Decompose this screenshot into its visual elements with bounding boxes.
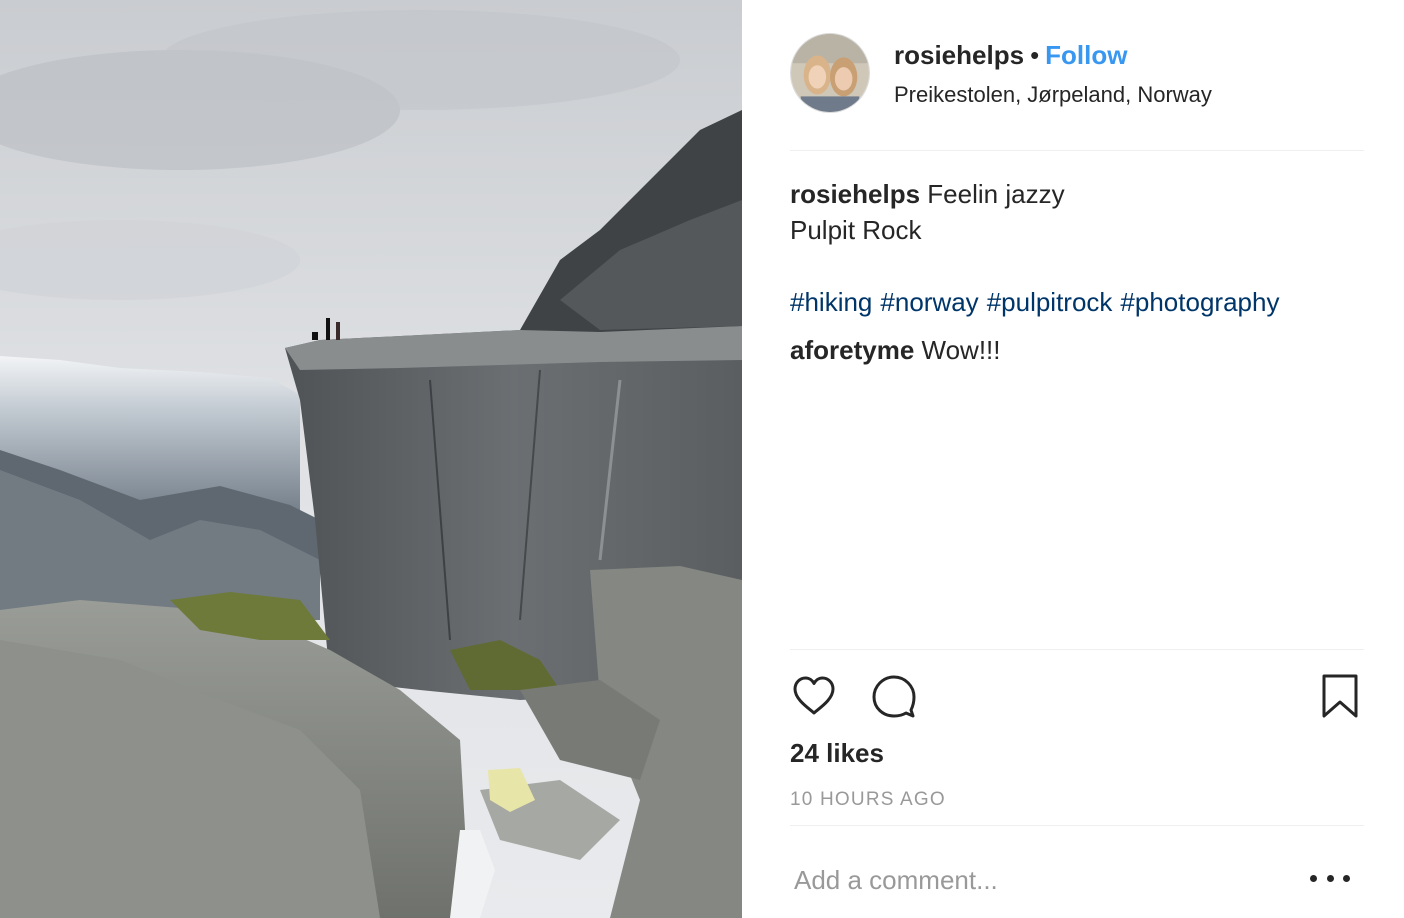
post-timestamp[interactable]: 10 HOURS AGO	[790, 788, 946, 812]
more-dot	[1310, 874, 1317, 882]
comment-text: Wow!!!	[921, 335, 1001, 365]
more-dot	[1326, 874, 1334, 882]
comment-item: aforetyme Wow!!!	[790, 332, 1364, 368]
heart-icon[interactable]	[790, 672, 838, 720]
more-dot	[1343, 874, 1350, 882]
caption-text-line1: Feelin jazzy	[927, 179, 1065, 209]
hashtag-link[interactable]: #photography	[1120, 287, 1279, 317]
hashtag-link[interactable]: #norway	[880, 287, 978, 317]
avatar-photo	[791, 34, 869, 112]
pulpit-rock-photo	[0, 0, 742, 918]
post-details-panel: rosiehelps • Follow Preikestolen, Jørpelan…	[742, 0, 1404, 918]
comment-bubble-icon[interactable]	[870, 672, 918, 720]
header-user-line: rosiehelps • Follow	[894, 39, 1128, 71]
caption-hashtags: #hiking #norway #pulpitrock #photography	[790, 284, 1364, 320]
post-actions: 24 likes 10 HOURS AGO	[790, 649, 1364, 825]
separator-dot: •	[1030, 40, 1040, 70]
bookmark-icon[interactable]	[1316, 672, 1364, 720]
avatar[interactable]	[790, 33, 870, 113]
more-options-icon[interactable]	[1310, 868, 1350, 888]
post-location[interactable]: Preikestolen, Jørpeland, Norway	[894, 80, 1212, 110]
caption-line: rosiehelps Feelin jazzy	[790, 176, 1364, 212]
add-comment-input[interactable]	[794, 860, 1294, 900]
likes-count[interactable]: 24 likes	[790, 736, 884, 770]
follow-button[interactable]: Follow	[1045, 40, 1127, 70]
comments-section: rosiehelps Feelin jazzy Pulpit Rock #hik…	[790, 176, 1364, 368]
caption-username[interactable]: rosiehelps	[790, 179, 920, 209]
post-header: rosiehelps • Follow Preikestolen, Jørpelan…	[790, 33, 1364, 151]
post-username[interactable]: rosiehelps	[894, 40, 1024, 70]
hashtag-link[interactable]: #hiking	[790, 287, 872, 317]
comment-username[interactable]: aforetyme	[790, 335, 914, 365]
hashtag-link[interactable]: #pulpitrock	[987, 287, 1113, 317]
add-comment-bar	[790, 825, 1364, 918]
post-photo[interactable]	[0, 0, 742, 918]
caption-text-line2: Pulpit Rock	[790, 215, 922, 245]
